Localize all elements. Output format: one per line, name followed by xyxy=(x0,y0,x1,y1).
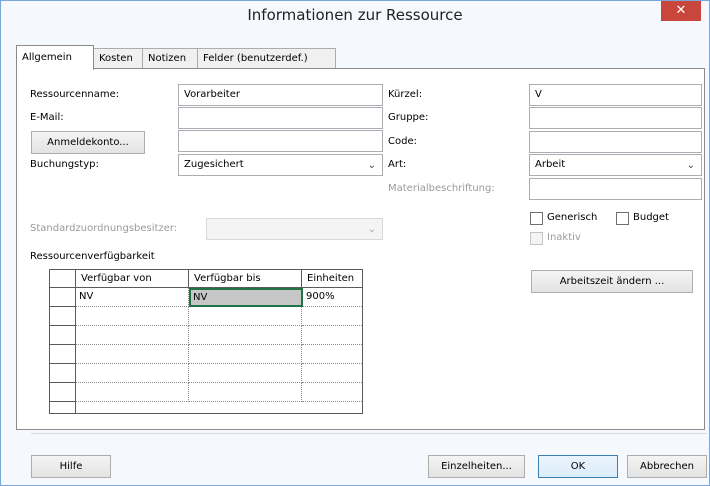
grid-corner xyxy=(50,270,76,288)
units-cell[interactable] xyxy=(302,307,362,326)
group-label: Gruppe: xyxy=(388,112,429,123)
row-header[interactable] xyxy=(50,345,76,364)
details-button[interactable]: Einzelheiten... xyxy=(428,455,525,478)
default-owner-label: Standardzuordnungsbesitzer: xyxy=(30,223,178,234)
units-cell[interactable] xyxy=(302,383,362,402)
available-to-cell[interactable] xyxy=(189,326,302,345)
units-cell[interactable] xyxy=(302,326,362,345)
tab-notes[interactable]: Notizen xyxy=(142,48,198,69)
budget-label: Budget xyxy=(633,212,669,223)
booking-type-label: Buchungstyp: xyxy=(30,159,99,170)
row-header[interactable] xyxy=(50,288,76,307)
code-input[interactable] xyxy=(529,131,702,153)
column-header-units[interactable]: Einheiten xyxy=(302,270,362,288)
tab-costs[interactable]: Kosten xyxy=(93,48,143,69)
units-cell[interactable] xyxy=(302,345,362,364)
help-button[interactable]: Hilfe xyxy=(31,455,111,478)
units-cell[interactable] xyxy=(302,364,362,383)
chevron-down-icon: ⌄ xyxy=(367,160,376,171)
code-label: Code: xyxy=(388,136,417,147)
login-account-button[interactable]: Anmeldekonto... xyxy=(31,131,145,154)
booking-type-value: Zugesichert xyxy=(184,159,244,170)
budget-checkbox[interactable] xyxy=(616,212,629,225)
footer-divider xyxy=(31,433,707,434)
resource-name-label: Ressourcenname: xyxy=(30,89,120,100)
available-to-cell[interactable]: NV xyxy=(189,288,303,307)
chevron-down-icon: ⌄ xyxy=(686,160,695,171)
row-header[interactable] xyxy=(50,402,76,413)
material-input[interactable] xyxy=(529,178,702,200)
initials-input[interactable]: V xyxy=(529,84,702,106)
row-header[interactable] xyxy=(50,383,76,402)
available-from-cell[interactable] xyxy=(76,364,189,383)
login-account-input[interactable] xyxy=(178,130,383,152)
generic-label: Generisch xyxy=(547,212,598,223)
close-button[interactable]: ✕ xyxy=(661,1,701,21)
units-cell[interactable]: 900% xyxy=(303,288,362,307)
type-value: Arbeit xyxy=(535,159,566,170)
material-label: Materialbeschriftung: xyxy=(388,183,495,194)
dialog-title: Informationen zur Ressource xyxy=(247,6,463,24)
inactive-label: Inaktiv xyxy=(547,232,581,243)
availability-title: Ressourcenverfügbarkeit xyxy=(30,251,155,262)
type-label: Art: xyxy=(388,159,407,170)
booking-type-select[interactable]: Zugesichert ⌄ xyxy=(178,154,383,176)
available-from-cell[interactable] xyxy=(76,326,189,345)
column-header-available-from[interactable]: Verfügbar von xyxy=(76,270,189,288)
available-from-cell[interactable] xyxy=(76,345,189,364)
available-from-cell[interactable] xyxy=(76,307,189,326)
change-working-time-button[interactable]: Arbeitszeit ändern ... xyxy=(531,270,693,293)
group-input[interactable] xyxy=(529,107,702,129)
available-to-cell[interactable] xyxy=(189,364,302,383)
row-header[interactable] xyxy=(50,307,76,326)
available-to-cell[interactable] xyxy=(189,345,302,364)
column-header-available-to[interactable]: Verfügbar bis xyxy=(189,270,302,288)
available-to-cell[interactable] xyxy=(189,383,302,402)
initials-label: Kürzel: xyxy=(388,89,423,100)
close-icon: ✕ xyxy=(675,3,687,18)
tab-general[interactable]: Allgemein xyxy=(16,45,94,70)
inactive-checkbox xyxy=(530,232,543,245)
tab-custom-fields[interactable]: Felder (benutzerdef.) xyxy=(197,48,336,69)
row-header[interactable] xyxy=(50,326,76,345)
resource-information-dialog: Informationen zur Ressource ✕ Allgemein … xyxy=(0,0,710,486)
email-label: E-Mail: xyxy=(30,112,64,123)
row-header[interactable] xyxy=(50,364,76,383)
cancel-button[interactable]: Abbrechen xyxy=(627,455,707,478)
resource-name-input[interactable]: Vorarbeiter xyxy=(178,84,383,106)
type-select[interactable]: Arbeit ⌄ xyxy=(529,154,702,176)
availability-table: Verfügbar von Verfügbar bis Einheiten NV… xyxy=(49,269,363,414)
available-to-cell[interactable] xyxy=(189,307,302,326)
default-owner-select: ⌄ xyxy=(206,218,383,240)
ok-button[interactable]: OK xyxy=(538,455,618,478)
chevron-down-icon: ⌄ xyxy=(367,224,376,235)
title-bar: Informationen zur Ressource ✕ xyxy=(1,1,709,31)
email-input[interactable] xyxy=(178,107,383,129)
available-from-cell[interactable] xyxy=(76,383,189,402)
generic-checkbox[interactable] xyxy=(530,212,543,225)
available-from-cell[interactable]: NV xyxy=(76,288,189,307)
